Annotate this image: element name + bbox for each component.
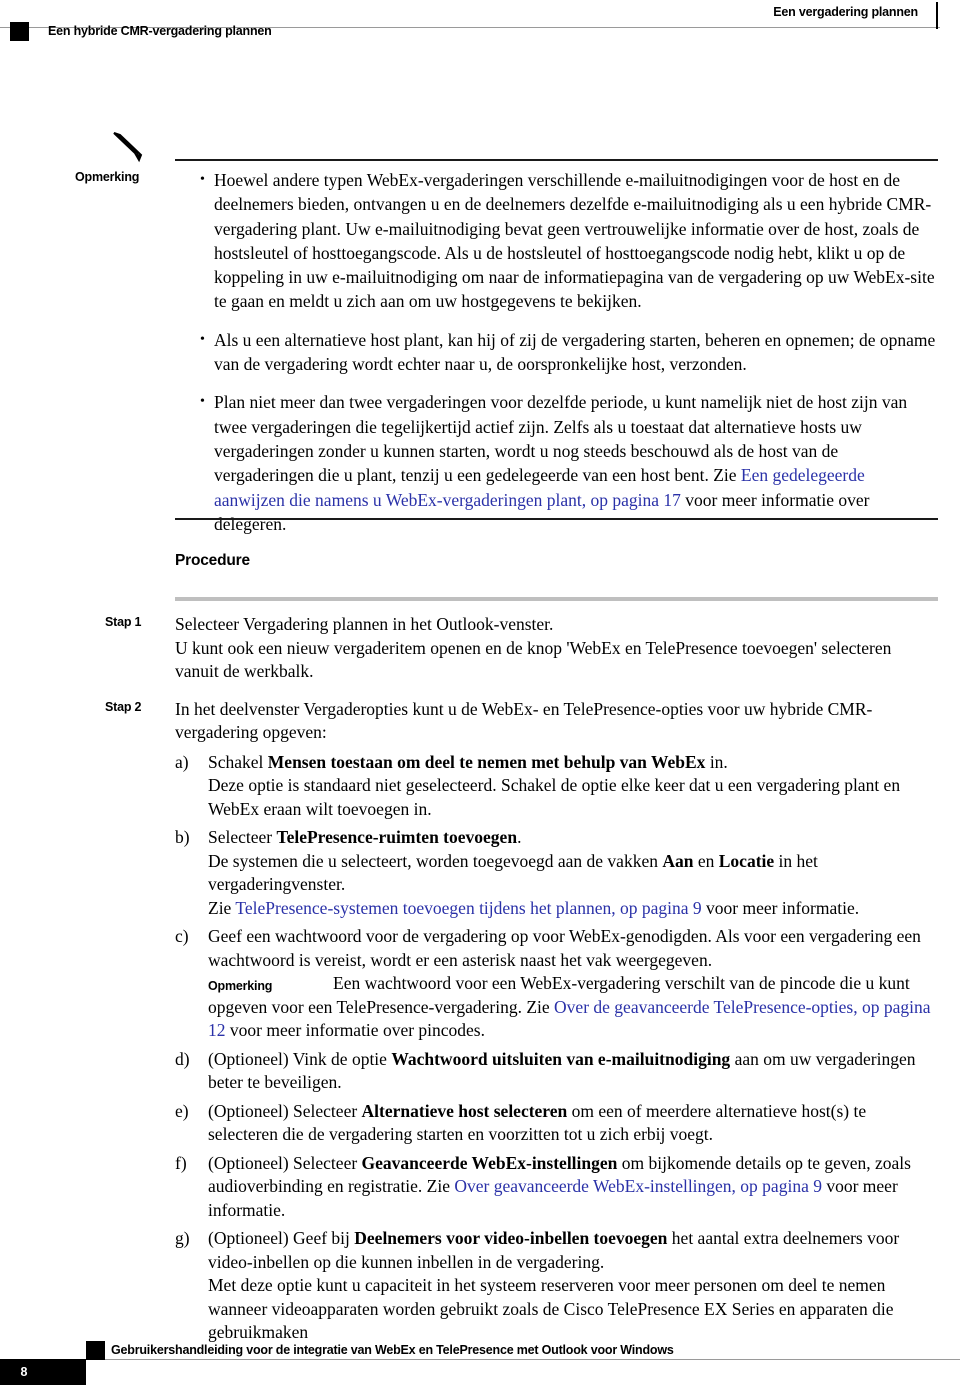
note-bullet-1: Hoewel andere typen WebEx-vergaderingen … [196,168,938,314]
sublist-item-e: e) (Optioneel) Selecteer Alternatieve ho… [175,1100,938,1147]
page-header: Een vergadering plannen Een hybride CMR-… [0,0,960,46]
header-edge-marker [936,2,938,29]
procedure-heading: Procedure [175,552,250,569]
header-square-bullet-icon [10,22,29,41]
footer-square-bullet-icon [86,1341,105,1360]
sublist-marker-d: d) [175,1048,190,1069]
footer-title: Gebruikershandleiding voor de integratie… [111,1343,674,1357]
note-bullet-2: Als u een alternatieve host plant, kan h… [196,328,938,377]
sublist-d-paragraph-1: (Optioneel) Vink de optie Wachtwoord uit… [208,1048,916,1093]
pencil-icon [108,130,154,164]
header-right-title: Een vergadering plannen [773,5,918,19]
sublist-g-paragraph-1: (Optioneel) Geef bij Deelnemers voor vid… [208,1228,900,1272]
sublist-item-a: a) Schakel Mensen toestaan om deel te ne… [175,751,938,822]
step-1-label: Stap 1 [105,615,142,629]
step-2-label: Stap 2 [105,699,142,714]
inline-note-label: Opmerking [208,979,273,993]
sublist-marker-b: b) [175,827,190,847]
step-2: Stap 2 In het deelvenster Vergaderopties… [0,698,960,1345]
sublist-item-d: d) (Optioneel) Vink de optie Wachtwoord … [175,1048,938,1095]
step-2-sublist: a) Schakel Mensen toestaan om deel te ne… [175,751,938,1345]
procedure-steps: Stap 1 Selecteer Vergadering plannen in … [0,613,960,1357]
sublist-marker-f: f) [175,1152,187,1173]
sublist-b-paragraph-3: Zie TelePresence-systemen toevoegen tijd… [208,897,860,918]
note-bullet-3: Plan niet meer dan twee vergaderingen vo… [196,390,938,536]
step-1-paragraph-1: Selecteer Vergadering plannen in het Out… [175,614,554,634]
step-2-body: In het deelvenster Vergaderopties kunt u… [175,698,938,1345]
note-top-divider [175,159,938,161]
procedure-divider [175,597,938,601]
sublist-marker-c: c) [175,926,189,946]
inline-note-body: Een wachtwoord voor een WebEx-vergaderin… [208,973,931,1040]
sublist-b-paragraph-2: De systemen die u selecteert, worden toe… [208,850,818,895]
inline-note-c: Opmerking Een wachtwoord voor een WebEx-… [208,973,931,1040]
page-number: 8 [20,1365,28,1379]
sublist-c-paragraph-1: Geef een wachtwoord voor de vergadering … [208,926,921,970]
page-footer: Gebruikershandleiding voor de integratie… [0,1319,960,1389]
sublist-marker-a: a) [175,751,189,772]
sublist-marker-g: g) [175,1228,190,1248]
step-1: Stap 1 Selecteer Vergadering plannen in … [0,613,960,684]
sublist-item-c: c) Geef een wachtwoord voor de vergaderi… [175,925,938,1043]
sublist-marker-e: e) [175,1100,189,1121]
step-1-paragraph-2: U kunt ook een nieuw vergaderitem openen… [175,637,892,682]
note-label: Opmerking [75,170,140,184]
sublist-e-paragraph-1: (Optioneel) Selecteer Alternatieve host … [208,1100,867,1145]
sublist-item-b: b) Selecteer TelePresence-ruimten toevoe… [175,826,938,920]
step-1-body: Selecteer Vergadering plannen in het Out… [175,613,938,684]
footer-divider [22,1359,960,1360]
sublist-b-paragraph-1: Selecteer TelePresence-ruimten toevoegen… [208,827,522,847]
note-bottom-divider [175,518,938,520]
sublist-a-paragraph-1: Schakel Mensen toestaan om deel te nemen… [208,751,728,772]
sublist-f-paragraph-1: (Optioneel) Selecteer Geavanceerde WebEx… [208,1152,911,1220]
header-left-title: Een hybride CMR-vergadering plannen [48,24,272,38]
sublist-item-f: f) (Optioneel) Selecteer Geavanceerde We… [175,1152,938,1223]
step-2-paragraph-1: In het deelvenster Vergaderopties kunt u… [175,698,873,743]
note-body: Hoewel andere typen WebEx-vergaderingen … [196,168,938,536]
sublist-a-paragraph-2: Deze optie is standaard niet geselecteer… [208,775,901,819]
